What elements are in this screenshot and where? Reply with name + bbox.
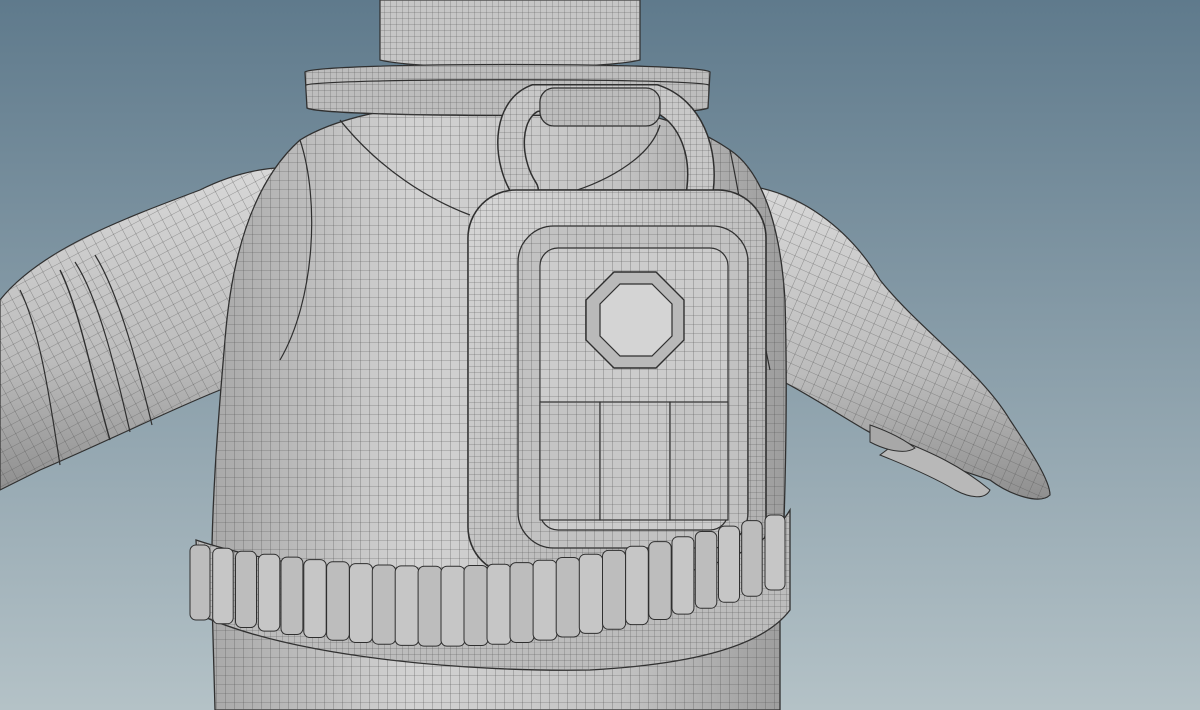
belt-pouch bbox=[555, 557, 581, 638]
belt-pouch bbox=[741, 520, 763, 597]
belt-pouch bbox=[417, 565, 443, 647]
belt-pouch bbox=[694, 531, 718, 609]
belt-pouch bbox=[764, 514, 786, 591]
belt-pouch bbox=[648, 541, 672, 620]
belt-pouch bbox=[212, 547, 234, 625]
belt-pouch bbox=[349, 563, 374, 643]
3d-viewport[interactable] bbox=[0, 0, 1200, 710]
belt-pouch bbox=[578, 553, 604, 634]
oxygen-backpack bbox=[467, 189, 767, 576]
belt-pouch bbox=[625, 545, 649, 626]
belt-pouch bbox=[326, 561, 350, 641]
belt-pouch bbox=[486, 563, 512, 645]
belt-pouch bbox=[718, 525, 740, 603]
belt-pouch bbox=[440, 565, 466, 647]
belt-pouch bbox=[463, 565, 489, 646]
belt-pouch bbox=[189, 544, 211, 621]
belt-pouch bbox=[394, 565, 420, 646]
belt-pouch bbox=[280, 556, 304, 635]
belt-pouch bbox=[509, 562, 535, 643]
belt-pouch bbox=[671, 536, 695, 615]
character-model-render[interactable] bbox=[0, 0, 1200, 710]
neck bbox=[379, 0, 641, 69]
belt-pouch bbox=[257, 553, 281, 632]
belt-pouch bbox=[371, 564, 397, 645]
belt-pouch bbox=[532, 559, 558, 641]
panel-slots bbox=[539, 401, 729, 521]
belt-pouch bbox=[602, 549, 627, 630]
belt-pouch bbox=[235, 550, 257, 628]
belt-pouch bbox=[303, 559, 327, 638]
